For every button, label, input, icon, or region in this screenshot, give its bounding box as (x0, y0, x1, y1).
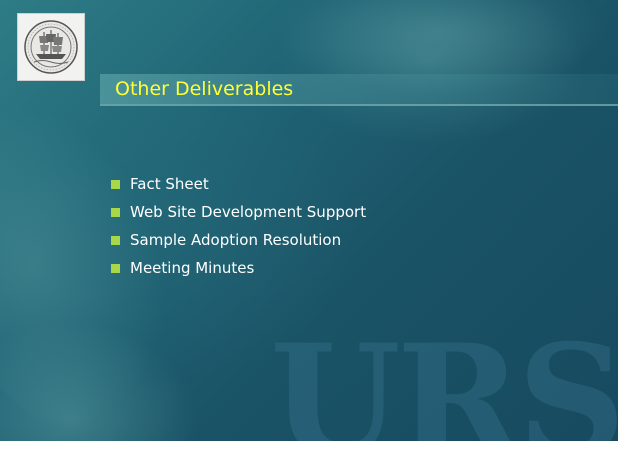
urs-watermark: URS (270, 312, 620, 443)
list-item-label: Fact Sheet (130, 175, 209, 193)
title-underline (100, 104, 618, 106)
list-item: Fact Sheet (111, 170, 366, 198)
list-item: Sample Adoption Resolution (111, 226, 366, 254)
list-item-label: Web Site Development Support (130, 203, 367, 221)
list-item-label: Sample Adoption Resolution (130, 231, 342, 249)
list-item-label: Meeting Minutes (130, 259, 255, 277)
list-item: Meeting Minutes (111, 254, 366, 282)
bullet-square-icon (111, 235, 120, 245)
bullet-list: Fact Sheet Web Site Development Support … (111, 170, 366, 282)
bullet-square-icon (111, 179, 120, 189)
ship-seal-icon (17, 13, 85, 81)
slide-title: Other Deliverables (115, 78, 294, 100)
list-item: Web Site Development Support (111, 198, 366, 226)
bullet-square-icon (111, 263, 120, 273)
bullet-square-icon (111, 207, 120, 217)
slide: URS Other Deliverables Fact Sheet Web Si… (0, 0, 620, 443)
